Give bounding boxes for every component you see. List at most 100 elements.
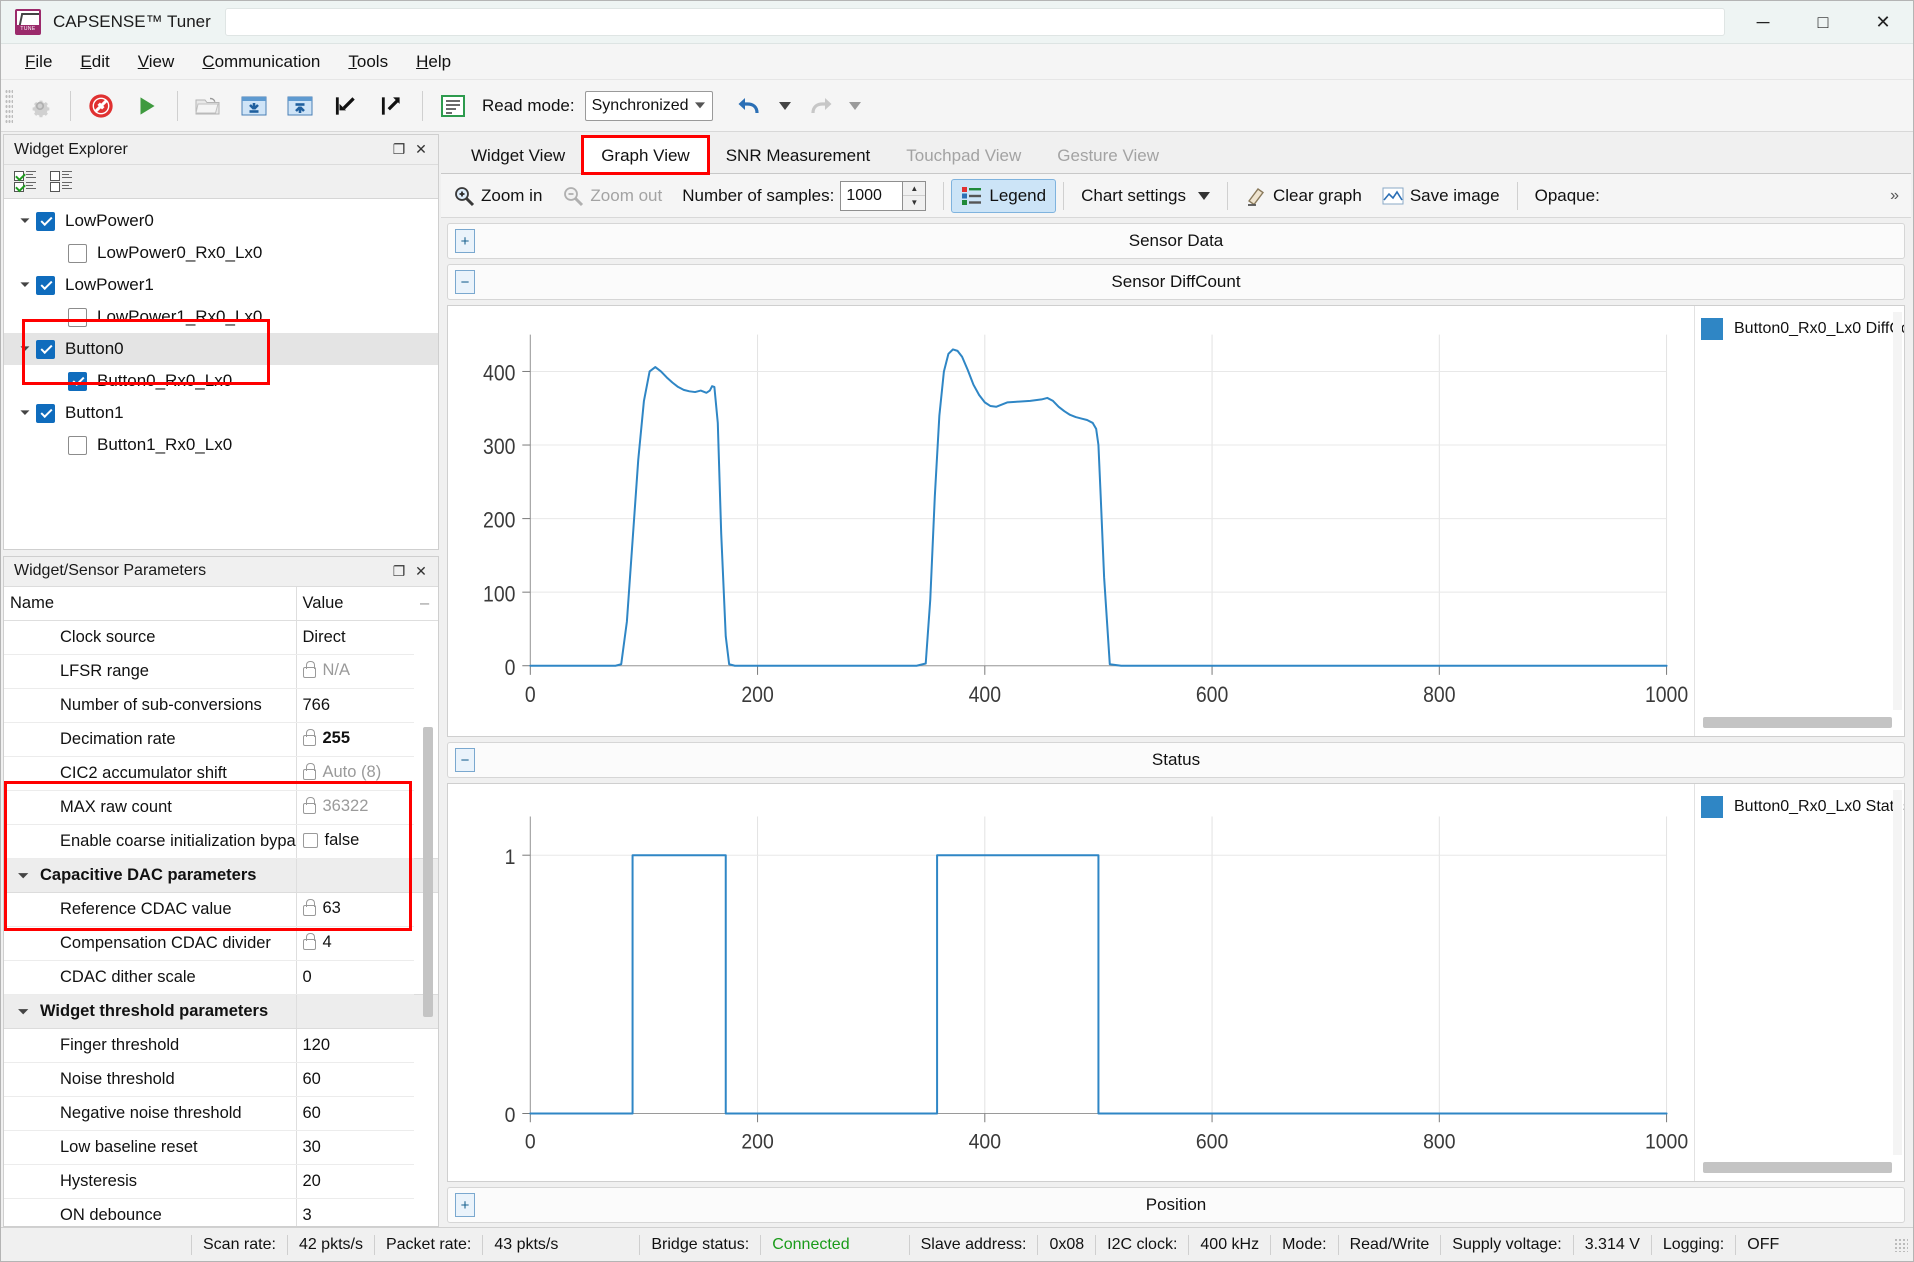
chevron-down-icon[interactable]: ⏷ (18, 1004, 28, 1020)
tree-checkbox[interactable] (68, 371, 87, 391)
param-value[interactable]: Direct (295, 620, 414, 656)
undock-icon[interactable]: ❐ (388, 560, 410, 582)
param-row-finger-threshold[interactable]: Finger threshold 120 (4, 1028, 438, 1064)
tree-node-lowpower1[interactable]: ⏷ LowPower1 (4, 269, 438, 301)
col-value[interactable]: Value (295, 586, 414, 622)
param-row-negative-noise-threshold[interactable]: Negative noise threshold 60 (4, 1096, 438, 1132)
tree-checkbox[interactable] (36, 275, 55, 295)
chevron-down-icon[interactable]: ⏷ (14, 405, 36, 421)
legend-hscrollbar[interactable] (1703, 1162, 1892, 1173)
param-row-decimation-rate[interactable]: Decimation rate 255 (4, 722, 438, 758)
menu-edit[interactable]: Edit (66, 47, 123, 77)
undo-icon[interactable] (729, 85, 771, 127)
undock-icon[interactable]: ❐ (388, 139, 410, 161)
plot-diffcount[interactable]: 0 100 200 300 400 0 200 400 600 800 1000 (448, 306, 1694, 737)
param-value[interactable]: 20 (295, 1164, 414, 1200)
parameters-vscrollbar[interactable] (423, 627, 433, 1202)
tree-node-lowpower1-rx0-lx0[interactable]: LowPower1_Rx0_Lx0 (4, 301, 438, 333)
export-icon[interactable] (371, 85, 413, 127)
samples-stepper[interactable]: 1000 ▲ ▼ (840, 180, 927, 211)
param-row-max-raw-count[interactable]: MAX raw count 36322 (4, 790, 438, 826)
param-value[interactable]: 60 (295, 1062, 414, 1098)
spin-down-icon[interactable]: ▼ (903, 196, 925, 210)
tab-widget-view[interactable]: Widget View (453, 137, 584, 173)
chevron-down-icon[interactable]: ⏷ (14, 213, 36, 229)
tree-node-button1[interactable]: ⏷ Button1 (4, 397, 438, 429)
panel-sensor-data[interactable]: + Sensor Data (447, 223, 1905, 259)
param-row-coarse-init-bypass[interactable]: Enable coarse initialization bypass fals… (4, 824, 438, 860)
legend-toggle-button[interactable]: Legend (951, 178, 1057, 213)
param-row-cdac-dither-scale[interactable]: CDAC dither scale 0 (4, 960, 438, 996)
panel-status[interactable]: − Status (447, 742, 1905, 779)
tree-checkbox[interactable] (68, 243, 87, 263)
chevron-down-icon[interactable]: ⏷ (14, 277, 36, 293)
maximize-button[interactable]: □ (1793, 1, 1853, 44)
param-value[interactable]: 766 (295, 688, 414, 724)
param-row-on-debounce[interactable]: ON debounce 3 (4, 1198, 438, 1226)
tab-snr-measurement[interactable]: SNR Measurement (707, 137, 889, 173)
legend-hscrollbar[interactable] (1703, 717, 1892, 729)
resize-grip[interactable] (1894, 1237, 1908, 1252)
tree-checkbox[interactable] (68, 307, 87, 327)
param-value[interactable]: 0 (295, 960, 414, 996)
panel-sensor-diffcount[interactable]: − Sensor DiffCount (447, 264, 1905, 300)
param-value[interactable]: 30 (295, 1130, 414, 1166)
apply-to-project-icon[interactable] (279, 85, 321, 127)
tree-checkbox[interactable] (36, 211, 55, 231)
param-value[interactable]: 120 (295, 1028, 414, 1064)
zoom-in-button[interactable]: Zoom in (443, 179, 552, 213)
param-group-widget-threshold[interactable]: ⏷ Widget threshold parameters (4, 994, 438, 1030)
menu-view[interactable]: View (124, 47, 189, 77)
stop-icon[interactable] (80, 85, 122, 127)
redo-dropdown-icon[interactable] (845, 85, 865, 127)
vscroll-thumb[interactable] (423, 726, 433, 1017)
legend-vscrollbar[interactable] (1893, 790, 1902, 1155)
log-icon[interactable] (432, 85, 474, 127)
param-value[interactable]: 60 (295, 1096, 414, 1132)
plot-status[interactable]: 0 1 0 200 400 600 800 1000 (448, 784, 1694, 1181)
legend-entry-diffcount[interactable]: Button0_Rx0_Lx0 DiffCount (1701, 318, 1904, 340)
spin-up-icon[interactable]: ▲ (903, 182, 926, 196)
open-folder-icon[interactable] (187, 85, 229, 127)
tree-node-button0-rx0-lx0[interactable]: Button0_Rx0_Lx0 (4, 365, 438, 397)
menu-tools[interactable]: Tools (334, 47, 402, 77)
read-mode-select[interactable]: Synchronized (584, 90, 713, 121)
legend-entry-status[interactable]: Button0_Rx0_Lx0 Status (1701, 796, 1904, 819)
menu-help[interactable]: Help (402, 47, 465, 77)
tree-checkbox[interactable] (36, 339, 55, 359)
param-group-capacitive-dac[interactable]: ⏷ Capacitive DAC parameters (4, 858, 438, 894)
toolbar-grip[interactable] (5, 88, 13, 123)
start-icon[interactable] (126, 85, 168, 127)
samples-input[interactable]: 1000 (840, 180, 903, 211)
toolbar-overflow-button[interactable]: » (1878, 187, 1911, 205)
col-name[interactable]: Name (4, 586, 296, 622)
param-row-reference-cdac[interactable]: Reference CDAC value 63 (4, 892, 438, 928)
tree-node-button0[interactable]: ⏷ Button0 (4, 333, 438, 365)
param-checkbox[interactable] (302, 832, 318, 848)
tree-checkbox[interactable] (36, 403, 55, 423)
chevron-down-icon[interactable]: ⏷ (18, 868, 28, 884)
tree-node-button1-rx0-lx0[interactable]: Button1_Rx0_Lx0 (4, 429, 438, 461)
param-row-sub-conversions[interactable]: Number of sub-conversions 766 (4, 688, 438, 724)
param-row-lfsr-range[interactable]: LFSR range N/A (4, 654, 438, 690)
chevron-down-icon[interactable]: ⏷ (14, 341, 36, 357)
settings-gear-icon[interactable] (19, 85, 61, 127)
save-image-button[interactable]: Save image (1372, 179, 1510, 213)
param-row-hysteresis[interactable]: Hysteresis 20 (4, 1164, 438, 1200)
redo-icon[interactable] (799, 85, 841, 127)
apply-to-device-icon[interactable] (233, 85, 275, 127)
close-button[interactable]: ✕ (1853, 1, 1913, 44)
param-row-noise-threshold[interactable]: Noise threshold 60 (4, 1062, 438, 1098)
undo-dropdown-icon[interactable] (775, 85, 795, 127)
chart-settings-button[interactable]: Chart settings (1071, 179, 1220, 213)
clear-graph-button[interactable]: Clear graph (1235, 179, 1372, 213)
panel-position[interactable]: + Position (447, 1187, 1905, 1223)
import-icon[interactable] (325, 85, 367, 127)
close-panel-icon[interactable]: ✕ (410, 139, 432, 161)
tree-node-lowpower0-rx0-lx0[interactable]: LowPower0_Rx0_Lx0 (4, 237, 438, 269)
menu-file[interactable]: File (11, 47, 66, 77)
legend-vscrollbar[interactable] (1893, 312, 1902, 711)
tree-checkbox[interactable] (68, 435, 87, 455)
close-panel-icon[interactable]: ✕ (410, 560, 432, 582)
check-all-icon[interactable] (14, 170, 40, 194)
